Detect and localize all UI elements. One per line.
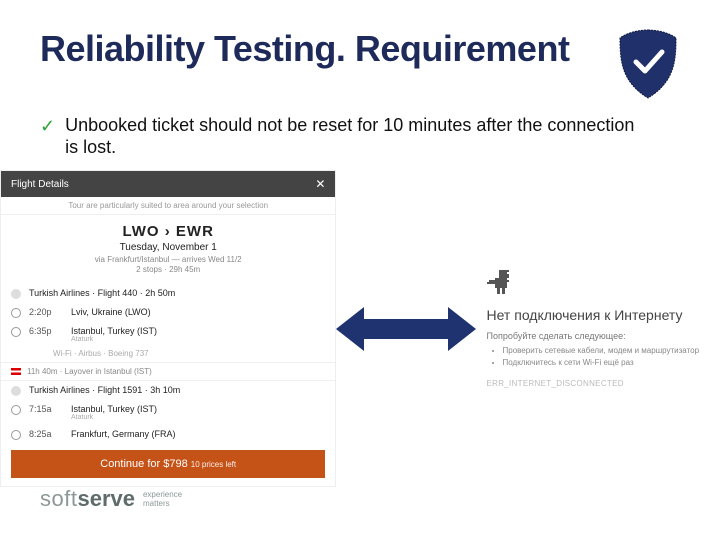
leg-time: 2:20p: [29, 307, 63, 317]
leg-row: 7:15a Istanbul, Turkey (IST) Ataturk: [1, 400, 335, 425]
brand-light: soft: [40, 486, 77, 511]
brand-tagline: experience matters: [143, 490, 182, 508]
airline-row: Turkish Airlines · Flight 440 · 2h 50m: [1, 284, 335, 303]
continue-label: Continue for $798: [100, 458, 187, 470]
tagline-line: experience: [143, 490, 182, 499]
checkmark-icon: ✓: [40, 114, 55, 138]
airline-icon: [11, 289, 21, 299]
slide: Reliability Testing. Requirement ✓ Unboo…: [0, 0, 720, 540]
content-row: Flight Details ✕ Tour are particularly s…: [0, 170, 720, 487]
list-item: Подключитесь к сети Wi-Fi ещё раз: [503, 357, 720, 369]
offline-title: Нет подключения к Интернету: [487, 307, 720, 323]
route-date: Tuesday, November 1: [1, 242, 335, 253]
flight-rationale: Tour are particularly suited to area aro…: [1, 197, 335, 215]
slide-title: Reliability Testing. Requirement: [40, 28, 569, 70]
leg-city: Frankfurt, Germany (FRA): [71, 429, 325, 439]
offline-error-code: ERR_INTERNET_DISCONNECTED: [487, 379, 720, 388]
leg-city: Istanbul, Turkey (IST) Ataturk: [71, 404, 325, 421]
layover-text: 11h 40m · Layover in Istanbul (IST): [27, 367, 152, 376]
leg-city-sub: Ataturk: [71, 414, 325, 421]
close-icon[interactable]: ✕: [315, 177, 325, 191]
stop-dot-icon: [11, 308, 21, 318]
stop-dot-icon: [11, 405, 21, 415]
stop-dot-icon: [11, 327, 21, 337]
dino-icon: [487, 270, 720, 301]
leg-city: Istanbul, Turkey (IST) Ataturk: [71, 326, 325, 343]
leg-city-name: Istanbul, Turkey (IST): [71, 326, 157, 336]
leg-row: 6:35p Istanbul, Turkey (IST) Ataturk: [1, 322, 335, 347]
layover-row: 11h 40m · Layover in Istanbul (IST): [1, 362, 335, 381]
requirement-bullet: ✓ Unbooked ticket should not be reset fo…: [40, 114, 680, 158]
brand-logo: softserve: [40, 486, 135, 512]
continue-sublabel: 10 prices left: [191, 460, 236, 469]
flight-details-panel: Flight Details ✕ Tour are particularly s…: [0, 170, 336, 487]
title-row: Reliability Testing. Requirement: [40, 28, 680, 100]
double-arrow-icon: [336, 301, 476, 357]
requirement-text: Unbooked ticket should not be reset for …: [65, 114, 640, 158]
leg-time: 8:25a: [29, 429, 63, 439]
continue-button[interactable]: Continue for $798 10 prices left: [11, 450, 325, 478]
leg-time: 7:15a: [29, 404, 63, 414]
footer: softserve experience matters: [40, 486, 182, 512]
offline-suggestion-list: Проверить сетевые кабели, модем и маршру…: [487, 345, 720, 369]
leg-city: Lviv, Ukraine (LWO): [71, 307, 325, 317]
airline-label: Turkish Airlines · Flight 1591 · 3h 10m: [29, 385, 325, 395]
flight-header-title: Flight Details: [11, 179, 69, 190]
airline-icon: [11, 386, 21, 396]
airline-row: Turkish Airlines · Flight 1591 · 3h 10m: [1, 381, 335, 400]
route-duration: 2 stops · 29h 45m: [1, 265, 335, 274]
flight-amenities: Wi-Fi · Airbus · Boeing 737: [1, 347, 335, 362]
airline-label: Turkish Airlines · Flight 440 · 2h 50m: [29, 288, 325, 298]
brand-bold: serve: [77, 486, 135, 511]
shield-check-icon: [616, 28, 680, 100]
list-item: Проверить сетевые кабели, модем и маршру…: [503, 345, 720, 357]
route-via: via Frankfurt/Istanbul — arrives Wed 11/…: [1, 255, 335, 264]
leg-city-name: Istanbul, Turkey (IST): [71, 404, 157, 414]
stop-dot-icon: [11, 430, 21, 440]
flag-icon: [11, 368, 21, 375]
flight-route-summary: LWO › EWR Tuesday, November 1 via Frankf…: [1, 215, 335, 284]
flight-header: Flight Details ✕: [1, 171, 335, 197]
offline-try-label: Попробуйте сделать следующее:: [487, 331, 720, 341]
leg-time: 6:35p: [29, 326, 63, 336]
leg-row: 2:20p Lviv, Ukraine (LWO): [1, 303, 335, 322]
leg-row: 8:25a Frankfurt, Germany (FRA): [1, 425, 335, 444]
leg-city-sub: Ataturk: [71, 336, 325, 343]
tagline-line: matters: [143, 499, 170, 508]
route-code: LWO › EWR: [1, 223, 335, 240]
offline-panel: Нет подключения к Интернету Попробуйте с…: [477, 270, 720, 388]
